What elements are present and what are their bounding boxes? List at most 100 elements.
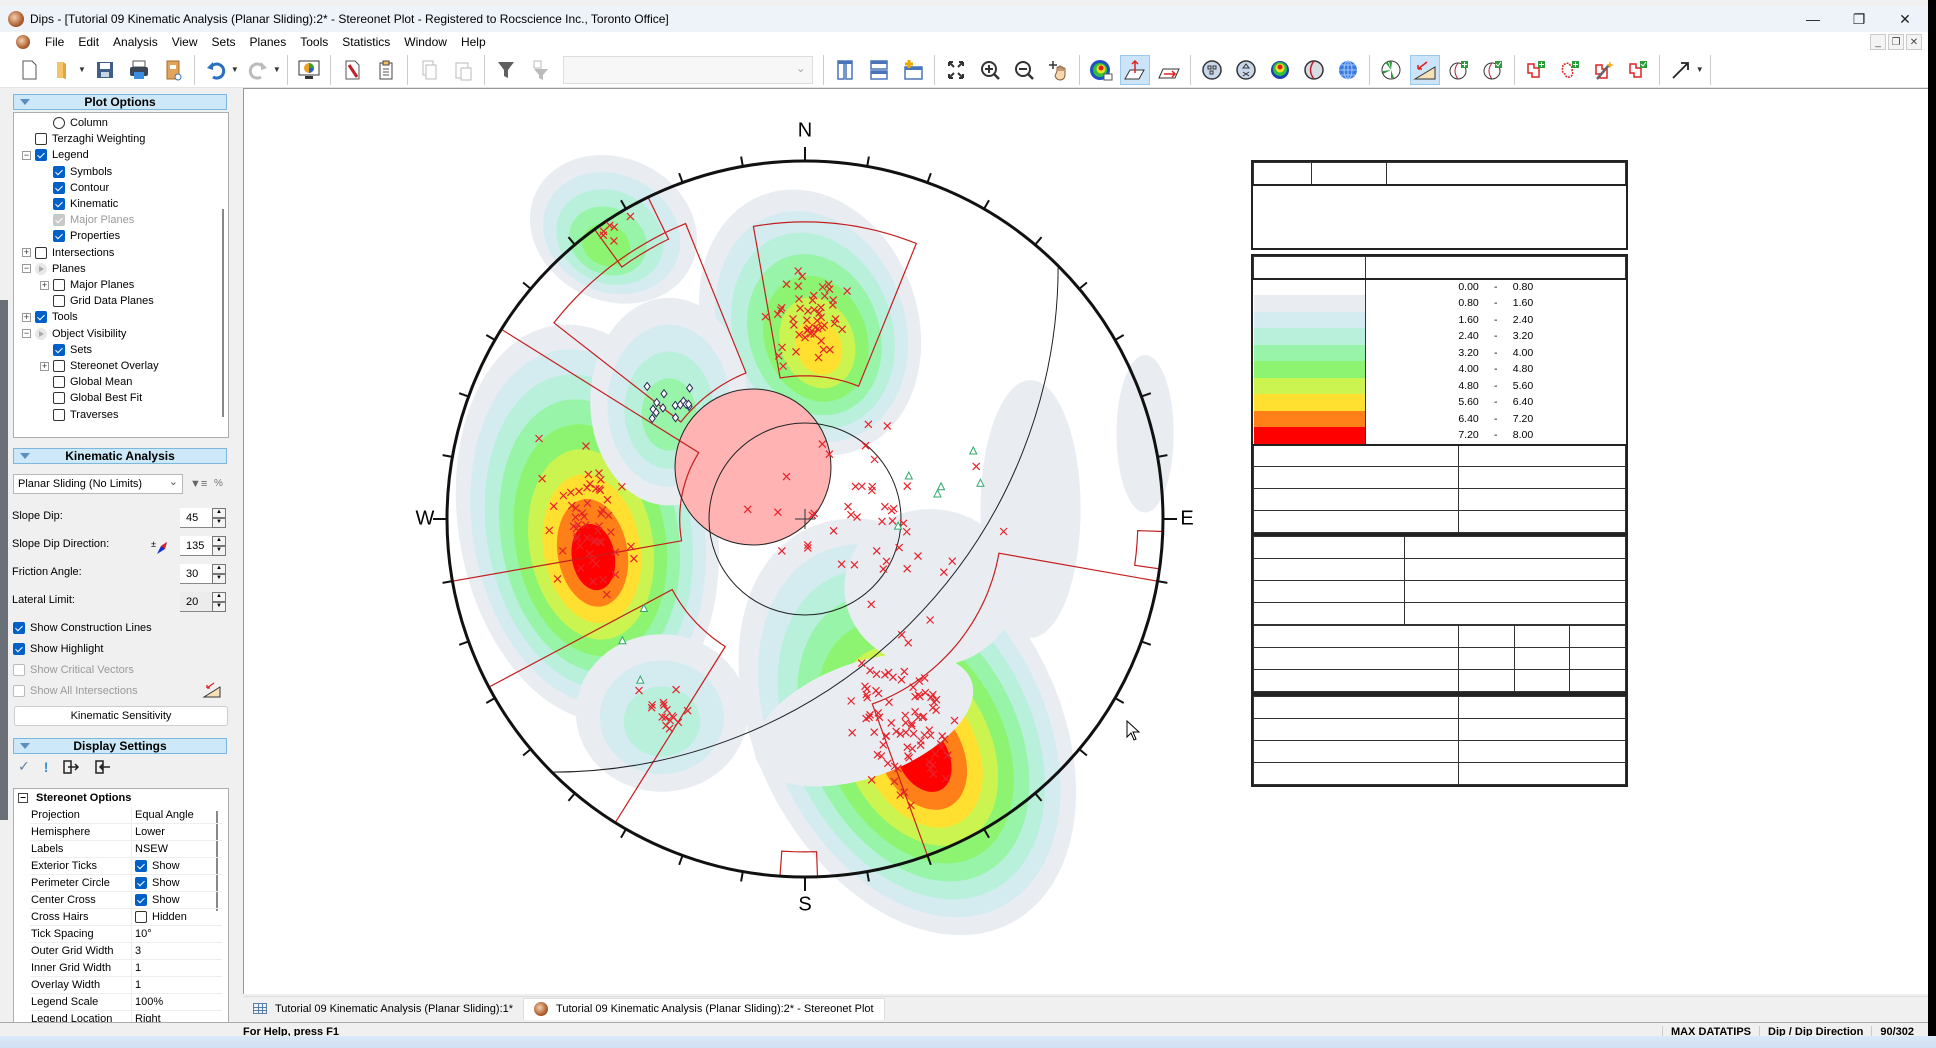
- stereonet-canvas[interactable]: N S E W: [244, 89, 1929, 995]
- menu-sets[interactable]: Sets: [205, 35, 243, 49]
- joint-pole[interactable]: [857, 482, 866, 491]
- tree-item-tools[interactable]: + Tools: [22, 309, 78, 325]
- property-row-perimeter-circle[interactable]: Perimeter Circle Show: [30, 875, 222, 892]
- paste-special-button[interactable]: [371, 55, 401, 85]
- field-spinner-friction-angle[interactable]: 30 ▲ ▼: [180, 564, 226, 584]
- print-button[interactable]: [124, 55, 154, 85]
- checkbox[interactable]: [53, 181, 65, 194]
- add-freehand-window-button[interactable]: [1555, 55, 1585, 85]
- tree-item-symbols[interactable]: Symbols: [40, 164, 112, 180]
- menu-planes[interactable]: Planes: [243, 35, 294, 49]
- check-show-highlight[interactable]: Show Highlight: [13, 643, 103, 655]
- menu-file[interactable]: File: [38, 35, 71, 49]
- checkbox[interactable]: [135, 894, 147, 906]
- display-settings-header[interactable]: Display Settings: [13, 738, 227, 754]
- tree-item-legend[interactable]: − Legend: [22, 147, 89, 163]
- group-state-icon[interactable]: [35, 262, 47, 275]
- property-value[interactable]: Equal Angle: [132, 807, 194, 823]
- spin-up-icon[interactable]: ▲: [212, 508, 226, 518]
- tab-stereonet-plot[interactable]: Tutorial 09 Kinematic Analysis (Planar S…: [523, 997, 885, 1020]
- field-spinner-slope-dip-direction[interactable]: 135 ▲ ▼: [180, 536, 226, 556]
- property-row-center-cross[interactable]: Center Cross Show: [30, 892, 222, 909]
- joint-pole[interactable]: [844, 502, 852, 511]
- pole-plot-button[interactable]: [1197, 55, 1227, 85]
- apply-check-icon[interactable]: ✓: [18, 758, 30, 775]
- property-row-legend-scale[interactable]: Legend Scale 100%: [30, 994, 222, 1011]
- property-row-exterior-ticks[interactable]: Exterior Ticks Show: [30, 858, 222, 875]
- kinematic-analysis-header[interactable]: Kinematic Analysis: [13, 448, 227, 464]
- checkbox[interactable]: [53, 392, 65, 405]
- joint-pole[interactable]: [868, 482, 877, 491]
- kinematic-sensitivity-button[interactable]: Kinematic Sensitivity: [14, 706, 228, 726]
- export-button[interactable]: [158, 55, 188, 85]
- contour-button[interactable]: [1265, 55, 1295, 85]
- add-set-window-button[interactable]: [1521, 55, 1551, 85]
- tree-item-intersections[interactable]: + Intersections: [22, 245, 114, 261]
- checkbox[interactable]: [53, 376, 65, 389]
- tile-horizontal-button[interactable]: [864, 55, 894, 85]
- property-row-outer-grid-width[interactable]: Outer Grid Width 3: [30, 943, 222, 960]
- checkbox[interactable]: [13, 622, 25, 634]
- joint-pole[interactable]: [847, 510, 855, 519]
- tile-vertical-button[interactable]: [830, 55, 860, 85]
- minimize-button[interactable]: —: [1790, 6, 1836, 32]
- property-row-tick-spacing[interactable]: Tick Spacing 10°: [30, 926, 222, 943]
- property-value[interactable]: 1: [132, 960, 141, 976]
- spin-up-icon[interactable]: ▲: [212, 536, 226, 546]
- shear-pole[interactable]: [968, 445, 978, 455]
- spin-up-icon[interactable]: ▲: [212, 564, 226, 574]
- arrow-tool-button[interactable]: [1666, 55, 1696, 85]
- rosette-button[interactable]: [1376, 55, 1406, 85]
- scatter-plot-button[interactable]: [1231, 55, 1261, 85]
- property-row-overlay-width[interactable]: Overlay Width 1: [30, 977, 222, 994]
- tree-item-object-visibility[interactable]: − Object Visibility: [22, 326, 126, 342]
- menu-edit[interactable]: Edit: [71, 35, 106, 49]
- joint-pole[interactable]: [870, 455, 879, 464]
- tree-item-sets[interactable]: Sets: [40, 342, 92, 358]
- joint-pole[interactable]: [851, 482, 860, 491]
- list-options-icon[interactable]: ▼≡: [190, 478, 207, 490]
- export-settings-icon[interactable]: [62, 759, 80, 775]
- checkbox[interactable]: [53, 198, 65, 210]
- open-button[interactable]: [48, 55, 78, 85]
- property-row-cross-hairs[interactable]: Cross Hairs Hidden: [30, 909, 222, 926]
- property-value[interactable]: 1: [132, 977, 141, 993]
- menu-window[interactable]: Window: [397, 35, 454, 49]
- undo-button[interactable]: [201, 55, 231, 85]
- tree-item-major-planes[interactable]: Major Planes: [40, 212, 134, 228]
- mdi-restore-button[interactable]: ❐: [1888, 34, 1904, 50]
- redo-dropdown-icon[interactable]: ▼: [273, 65, 281, 74]
- filter-button[interactable]: [491, 55, 521, 85]
- checkbox[interactable]: [135, 911, 147, 923]
- percent-icon[interactable]: %: [214, 478, 223, 489]
- tree-item-terzaghi-weighting[interactable]: Terzaghi Weighting: [22, 131, 145, 147]
- kinematic-analysis-button[interactable]: [1119, 54, 1150, 85]
- set-window-south[interactable]: [779, 850, 819, 878]
- tree-item-global-best-fit[interactable]: Global Best Fit: [40, 390, 142, 406]
- shear-pole[interactable]: [936, 481, 946, 491]
- joint-pole[interactable]: [972, 462, 981, 471]
- major-planes-plot-button[interactable]: [1299, 55, 1329, 85]
- kinematic-mode-select[interactable]: Planar Sliding (No Limits): [13, 474, 183, 494]
- checkbox[interactable]: [135, 860, 147, 872]
- check-show-all-intersections[interactable]: Show All Intersections: [13, 685, 138, 697]
- collapse-box-icon[interactable]: –: [18, 792, 28, 803]
- expand-icon[interactable]: +: [22, 312, 31, 322]
- tree-item-traverses[interactable]: Traverses: [40, 407, 119, 423]
- restore-button[interactable]: ❐: [1836, 6, 1882, 32]
- spin-down-icon[interactable]: ▼: [212, 602, 226, 612]
- menu-view[interactable]: View: [165, 35, 205, 49]
- zoom-in-button[interactable]: [975, 55, 1005, 85]
- plane-button[interactable]: [1154, 55, 1184, 85]
- property-value[interactable]: NSEW: [132, 841, 168, 857]
- tree-item-stereonet-overlay[interactable]: + Stereonet Overlay: [40, 358, 159, 374]
- property-row-inner-grid-width[interactable]: Inner Grid Width 1: [30, 960, 222, 977]
- checkbox[interactable]: [13, 664, 25, 676]
- field-value[interactable]: 30: [186, 568, 198, 580]
- open-dropdown-icon[interactable]: ▼: [78, 65, 86, 74]
- property-value[interactable]: Show: [132, 875, 180, 891]
- stereonet-plot-area[interactable]: N S E W: [243, 88, 1928, 994]
- toolbar-combo[interactable]: [562, 55, 813, 84]
- filter-list-button[interactable]: [525, 55, 555, 85]
- field-value[interactable]: 20: [186, 596, 198, 608]
